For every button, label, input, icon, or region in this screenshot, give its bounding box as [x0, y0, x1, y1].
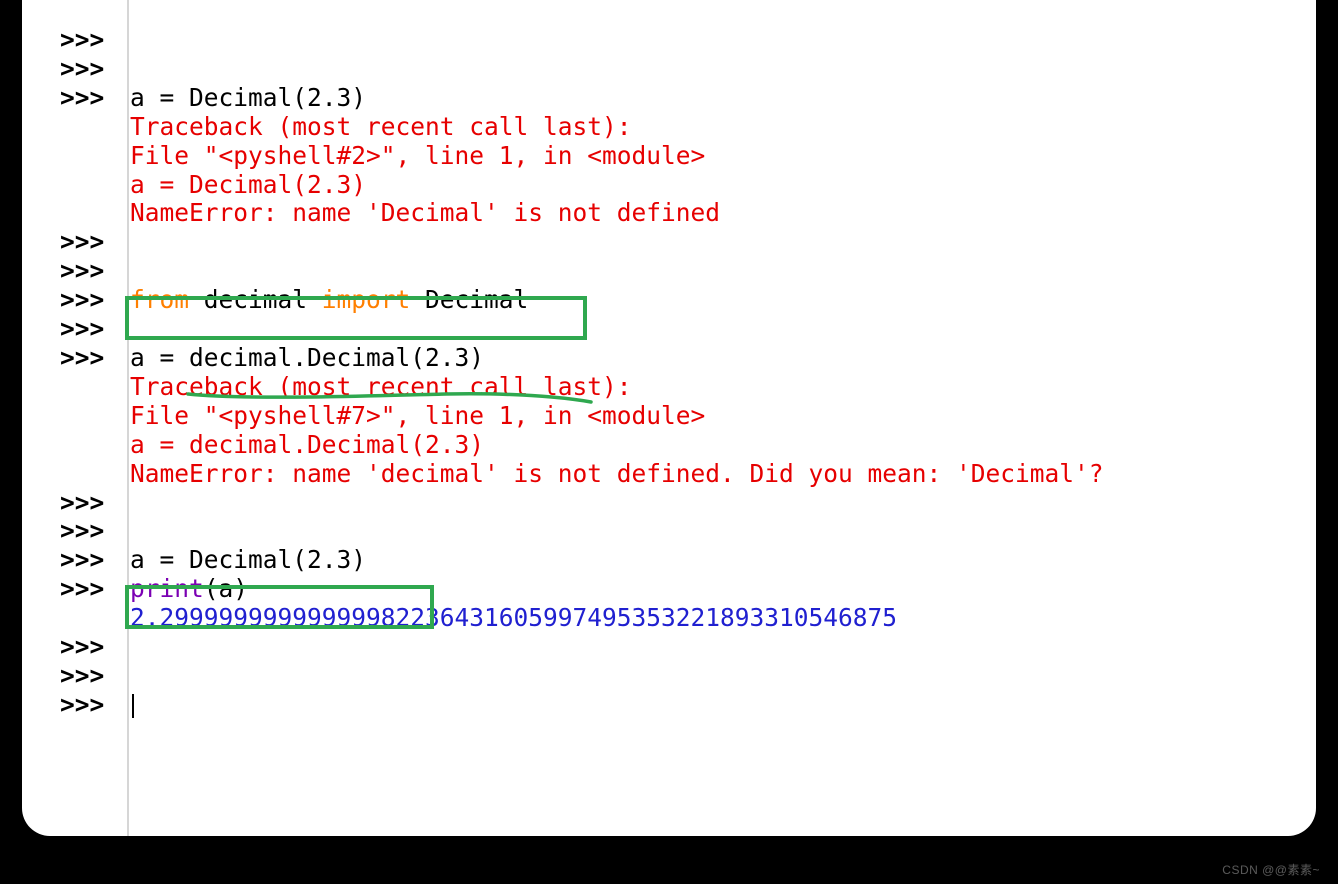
prompt: >>> [60, 344, 130, 373]
line-content: a = Decimal(2.3) [130, 84, 366, 113]
shell-line: >>>print(a) [60, 575, 1104, 604]
prompt: >>> [60, 228, 130, 257]
prompt: >>> [60, 315, 130, 344]
line-content [130, 691, 134, 720]
shell-content[interactable]: >>>>>>>>>a = Decimal(2.3)Traceback (most… [60, 26, 1104, 720]
shell-line: >>> [60, 633, 1104, 662]
line-content: Traceback (most recent call last): [130, 373, 632, 402]
shell-line: >>> [60, 315, 1104, 344]
line-content: a = decimal.Decimal(2.3) [130, 431, 484, 460]
line-content: a = decimal.Decimal(2.3) [130, 344, 484, 373]
line-content: a = Decimal(2.3) [130, 546, 366, 575]
line-content: 2.29999999999999982236431605997495353221… [130, 604, 897, 633]
shell-line: >>> [60, 26, 1104, 55]
shell-line: 2.29999999999999982236431605997495353221… [60, 604, 1104, 633]
line-content: from decimal import Decimal [130, 286, 528, 315]
shell-line: >>> [60, 489, 1104, 518]
shell-line: >>> [60, 662, 1104, 691]
shell-line: File "<pyshell#7>", line 1, in <module> [60, 402, 1104, 431]
shell-line: >>>a = decimal.Decimal(2.3) [60, 344, 1104, 373]
shell-line: Traceback (most recent call last): [60, 373, 1104, 402]
line-content: a = Decimal(2.3) [130, 171, 366, 200]
prompt: >>> [60, 517, 130, 546]
shell-line: a = decimal.Decimal(2.3) [60, 431, 1104, 460]
shell-line: >>> [60, 257, 1104, 286]
text-cursor [132, 694, 134, 718]
shell-line: >>> [60, 517, 1104, 546]
shell-line: >>> [60, 691, 1104, 720]
prompt: >>> [60, 257, 130, 286]
shell-line: NameError: name 'decimal' is not defined… [60, 460, 1104, 489]
shell-line: Traceback (most recent call last): [60, 113, 1104, 142]
watermark: CSDN @@素素~ [1222, 861, 1320, 878]
line-content: Traceback (most recent call last): [130, 113, 632, 142]
line-content: NameError: name 'decimal' is not defined… [130, 460, 1104, 489]
shell-line: >>>a = Decimal(2.3) [60, 546, 1104, 575]
prompt: >>> [60, 286, 130, 315]
shell-line: NameError: name 'Decimal' is not defined [60, 199, 1104, 228]
prompt: >>> [60, 662, 130, 691]
prompt: >>> [60, 691, 130, 720]
shell-line: >>>from decimal import Decimal [60, 286, 1104, 315]
prompt: >>> [60, 489, 130, 518]
screenshot-root: >>>>>>>>>a = Decimal(2.3)Traceback (most… [0, 0, 1338, 884]
shell-line: >>>a = Decimal(2.3) [60, 84, 1104, 113]
shell-line: >>> [60, 55, 1104, 84]
line-content: print(a) [130, 575, 248, 604]
shell-line: >>> [60, 228, 1104, 257]
shell-panel: >>>>>>>>>a = Decimal(2.3)Traceback (most… [22, 0, 1316, 836]
prompt: >>> [60, 633, 130, 662]
line-content: File "<pyshell#7>", line 1, in <module> [130, 402, 705, 431]
prompt: >>> [60, 575, 130, 604]
prompt: >>> [60, 546, 130, 575]
shell-line: File "<pyshell#2>", line 1, in <module> [60, 142, 1104, 171]
line-content: NameError: name 'Decimal' is not defined [130, 199, 720, 228]
prompt: >>> [60, 26, 130, 55]
line-content: File "<pyshell#2>", line 1, in <module> [130, 142, 705, 171]
prompt: >>> [60, 55, 130, 84]
shell-line: a = Decimal(2.3) [60, 171, 1104, 200]
prompt: >>> [60, 84, 130, 113]
